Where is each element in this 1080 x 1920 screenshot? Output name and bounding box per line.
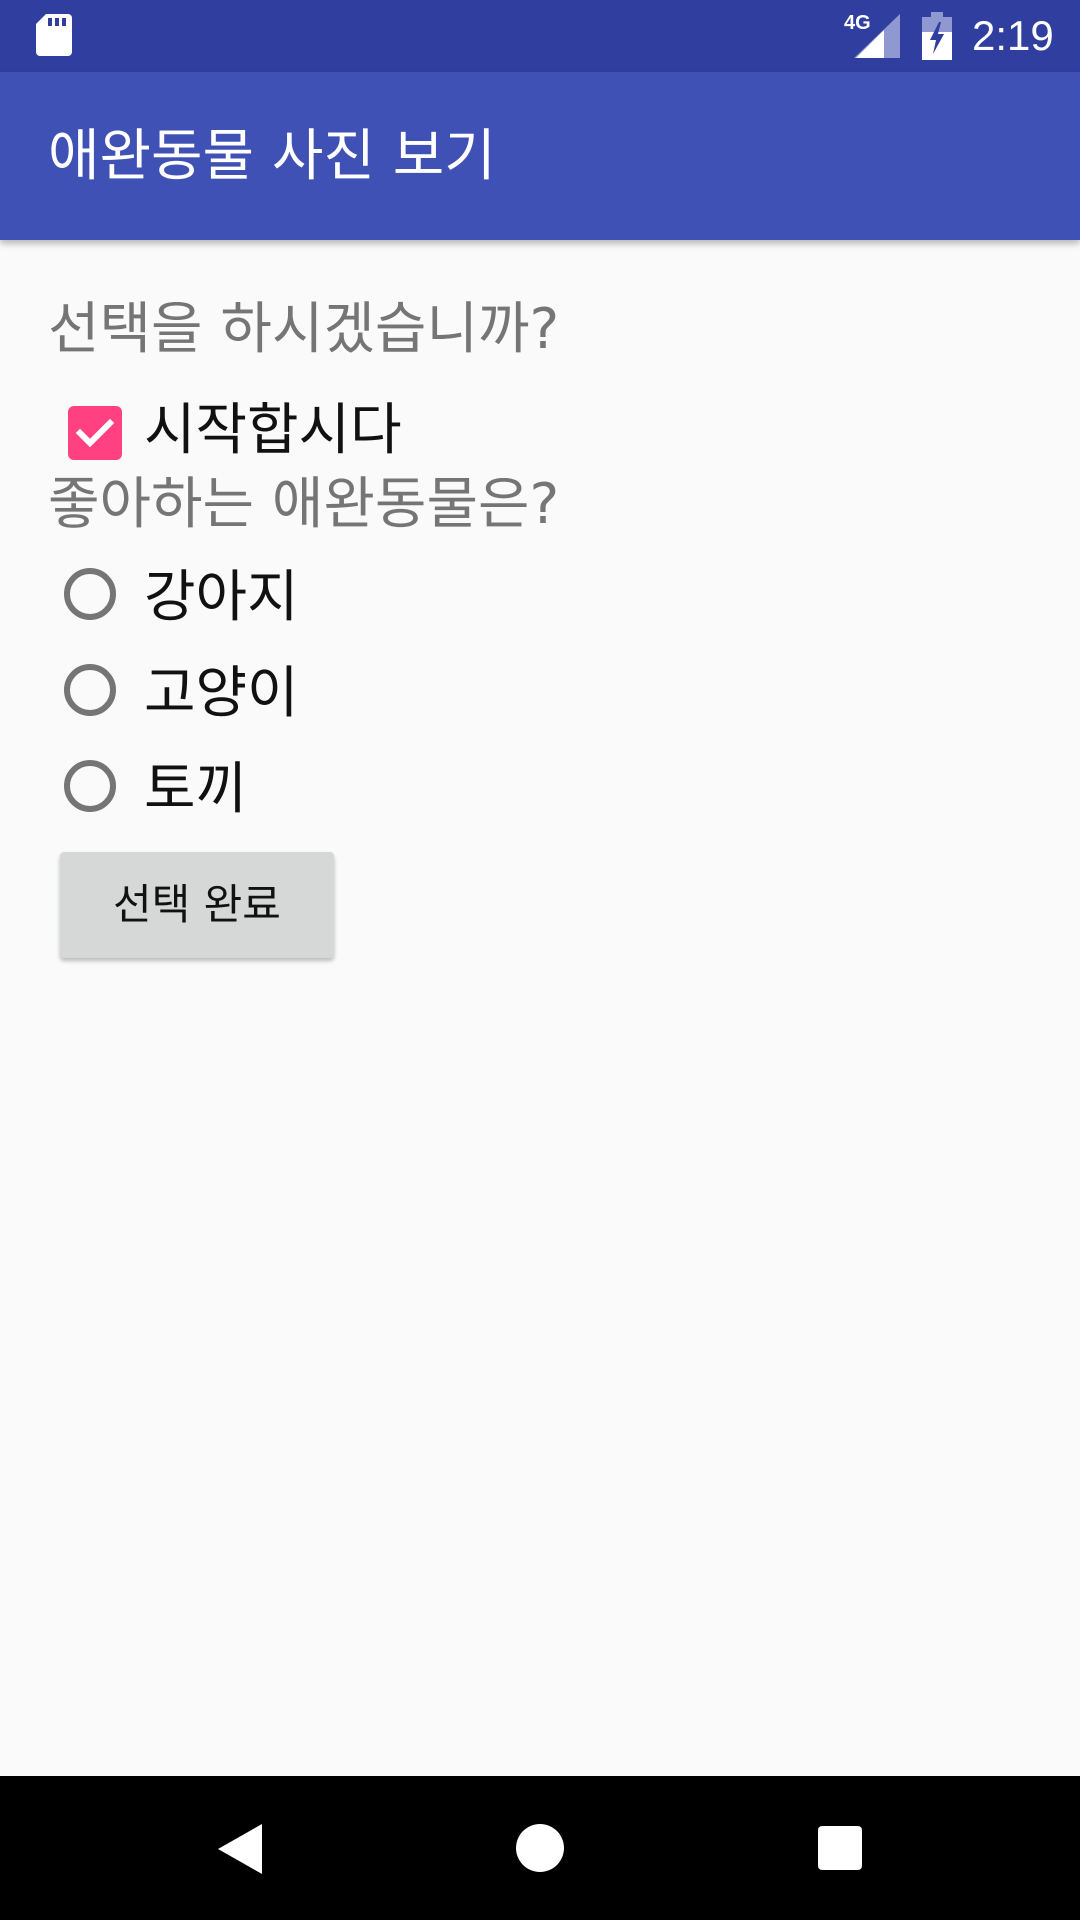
app-title: 애완동물 사진 보기 xyxy=(48,124,496,189)
status-clock: 2:19 xyxy=(972,12,1054,59)
battery-charging-icon xyxy=(922,12,952,60)
radio-option-dog[interactable]: 강아지 xyxy=(48,550,448,646)
start-question-label: 선택을 하시겠습니까? xyxy=(48,297,560,362)
pet-question-label: 좋아하는 애완동물은? xyxy=(48,472,560,537)
sd-card-icon xyxy=(36,14,72,56)
start-checkbox[interactable]: 시작합시다 xyxy=(48,380,448,476)
radio-unchecked-icon[interactable] xyxy=(64,568,116,620)
home-icon[interactable] xyxy=(516,1824,564,1872)
start-checkbox-label: 시작합시다 xyxy=(144,398,402,463)
navigation-bar xyxy=(0,1776,1080,1920)
radio-option-label: 강아지 xyxy=(144,565,299,630)
radio-option-label: 고양이 xyxy=(144,661,299,726)
check-icon xyxy=(75,418,115,448)
selection-done-button[interactable]: 선택 완료 xyxy=(60,852,334,958)
radio-option-cat[interactable]: 고양이 xyxy=(48,646,448,742)
app-bar: 애완동물 사진 보기 xyxy=(0,72,1080,240)
checkbox-checked-icon[interactable] xyxy=(68,406,122,460)
radio-option-label: 토끼 xyxy=(144,757,248,822)
radio-unchecked-icon[interactable] xyxy=(64,664,116,716)
signal-icon xyxy=(854,14,900,58)
recents-icon[interactable] xyxy=(818,1826,862,1870)
status-bar: 4G 2:19 xyxy=(0,0,1080,72)
back-icon[interactable] xyxy=(218,1824,262,1874)
radio-option-rabbit[interactable]: 토끼 xyxy=(48,742,448,838)
radio-unchecked-icon[interactable] xyxy=(64,760,116,812)
